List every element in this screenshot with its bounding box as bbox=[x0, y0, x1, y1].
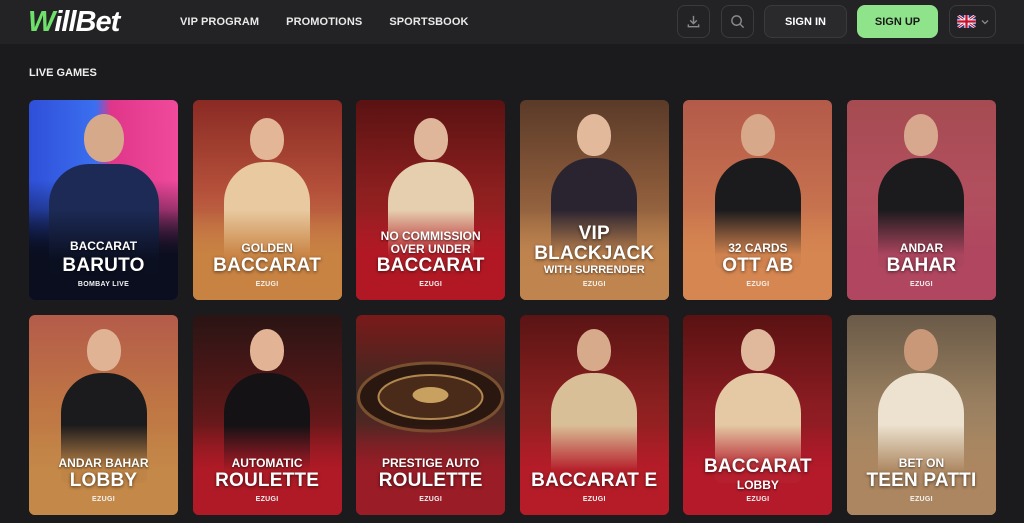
game-title-line3: WITH SURRENDER bbox=[543, 264, 645, 276]
logo-letter: W bbox=[28, 5, 55, 38]
nav-sportsbook[interactable]: SPORTSBOOK bbox=[389, 16, 468, 28]
game-provider: EZUGI bbox=[255, 281, 279, 288]
game-provider: EZUGI bbox=[746, 496, 770, 503]
game-title-line1: VIP BLACKJACK bbox=[534, 223, 655, 264]
game-provider: EZUGI bbox=[910, 281, 933, 288]
game-title-line1: BET ON bbox=[898, 456, 945, 470]
language-selector[interactable] bbox=[949, 5, 996, 38]
game-provider: EZUGI bbox=[92, 496, 115, 503]
chevron-down-icon bbox=[981, 19, 988, 24]
game-title-line2: BARUTO bbox=[62, 255, 145, 276]
game-title-line2: BACCARAT E bbox=[531, 470, 658, 491]
dealer-figure bbox=[577, 114, 612, 156]
game-card-andar-bahar[interactable]: ANDAR BAHAR EZUGI bbox=[846, 100, 996, 300]
game-card-no-commission-baccarat[interactable]: NO COMMISSION OVER UNDER BACCARAT EZUGI bbox=[356, 100, 506, 300]
nav-promotions[interactable]: PROMOTIONS bbox=[286, 16, 362, 28]
dealer-figure bbox=[740, 114, 775, 156]
game-provider: EZUGI bbox=[746, 281, 770, 288]
download-button[interactable] bbox=[677, 5, 710, 38]
game-card-bet-on-teen-patti[interactable]: BET ON TEEN PATTI EZUGI bbox=[846, 315, 996, 515]
top-navigation-bar: WillBet VIP PROGRAM PROMOTIONS SPORTSBOO… bbox=[0, 0, 1024, 44]
game-title-line2: TEEN PATTI bbox=[866, 470, 977, 491]
dealer-figure bbox=[577, 329, 612, 371]
game-card-prestige-auto-roulette[interactable]: PRESTIGE AUTO ROULETTE EZUGI bbox=[356, 315, 506, 515]
game-title-line3: LOBBY bbox=[736, 478, 779, 492]
game-title-line1: GOLDEN bbox=[241, 241, 293, 255]
game-provider: EZUGI bbox=[582, 281, 606, 288]
game-title-line1: AUTOMATIC bbox=[231, 456, 303, 470]
game-card-baccarat-baruto[interactable]: BACCARAT BARUTO BOMBAY LIVE bbox=[29, 100, 178, 300]
game-provider: EZUGI bbox=[255, 496, 279, 503]
game-title-line2: BAHAR bbox=[886, 255, 957, 276]
game-card-vip-blackjack[interactable]: VIP BLACKJACK WITH SURRENDER EZUGI bbox=[519, 100, 669, 300]
game-card-automatic-roulette[interactable]: AUTOMATIC ROULETTE EZUGI bbox=[192, 315, 342, 515]
game-title-line2: ROULETTE bbox=[378, 470, 483, 491]
game-card-baccarat-e[interactable]: BACCARAT E EZUGI bbox=[519, 315, 669, 515]
game-title-line2: BACCARAT bbox=[376, 255, 485, 276]
game-title-line1: PRESTIGE AUTO bbox=[382, 456, 480, 470]
willbet-logo[interactable]: WillBet bbox=[28, 5, 120, 38]
nav-vip-program[interactable]: VIP PROGRAM bbox=[180, 16, 259, 28]
game-title-line1: ANDAR bbox=[899, 241, 944, 255]
search-icon bbox=[731, 15, 745, 29]
logo-text: illBet bbox=[54, 5, 120, 38]
main-nav: VIP PROGRAM PROMOTIONS SPORTSBOOK bbox=[180, 0, 469, 44]
dealer-figure bbox=[250, 329, 285, 371]
search-button[interactable] bbox=[721, 5, 754, 38]
game-title-line1: ANDAR BAHAR bbox=[58, 456, 149, 470]
game-card-andar-bahar-lobby[interactable]: ANDAR BAHAR LOBBY EZUGI bbox=[29, 315, 178, 515]
download-icon bbox=[687, 15, 700, 28]
game-card-baccarat-lobby[interactable]: BACCARAT LOBBY EZUGI bbox=[683, 315, 833, 515]
game-provider: EZUGI bbox=[419, 496, 443, 503]
game-title-line2: LOBBY bbox=[69, 470, 138, 491]
dealer-figure bbox=[740, 329, 775, 371]
dealer-figure bbox=[413, 118, 448, 160]
game-provider: EZUGI bbox=[419, 281, 443, 288]
sign-in-button[interactable]: SIGN IN bbox=[764, 5, 847, 38]
section-title: LIVE GAMES bbox=[29, 67, 97, 79]
dealer-figure bbox=[86, 329, 121, 371]
game-card-32-cards-ott-ab[interactable]: 32 CARDS OTT AB EZUGI bbox=[683, 100, 833, 300]
game-title-line2: BACCARAT bbox=[703, 456, 812, 477]
dealer-figure bbox=[904, 114, 939, 156]
game-title-line1: NO COMMISSION OVER UNDER bbox=[380, 229, 481, 256]
uk-flag-icon bbox=[956, 15, 976, 28]
game-title-line2: ROULETTE bbox=[215, 470, 320, 491]
game-title-line1: 32 CARDS bbox=[728, 241, 788, 255]
dealer-figure bbox=[250, 118, 285, 160]
game-title-line2: BACCARAT bbox=[213, 255, 322, 276]
game-title-line1: BACCARAT bbox=[69, 239, 138, 253]
game-provider: BOMBAY LIVE bbox=[77, 281, 130, 288]
dealer-figure bbox=[83, 114, 124, 162]
live-games-grid: BACCARAT BARUTO BOMBAY LIVE GOLDEN BACCA… bbox=[29, 100, 996, 515]
game-provider: EZUGI bbox=[910, 496, 933, 503]
game-provider: EZUGI bbox=[582, 496, 606, 503]
game-title-line2: OTT AB bbox=[722, 255, 794, 276]
game-card-golden-baccarat[interactable]: GOLDEN BACCARAT EZUGI bbox=[192, 100, 342, 300]
dealer-figure bbox=[904, 329, 939, 371]
sign-up-button[interactable]: SIGN UP bbox=[857, 5, 938, 38]
